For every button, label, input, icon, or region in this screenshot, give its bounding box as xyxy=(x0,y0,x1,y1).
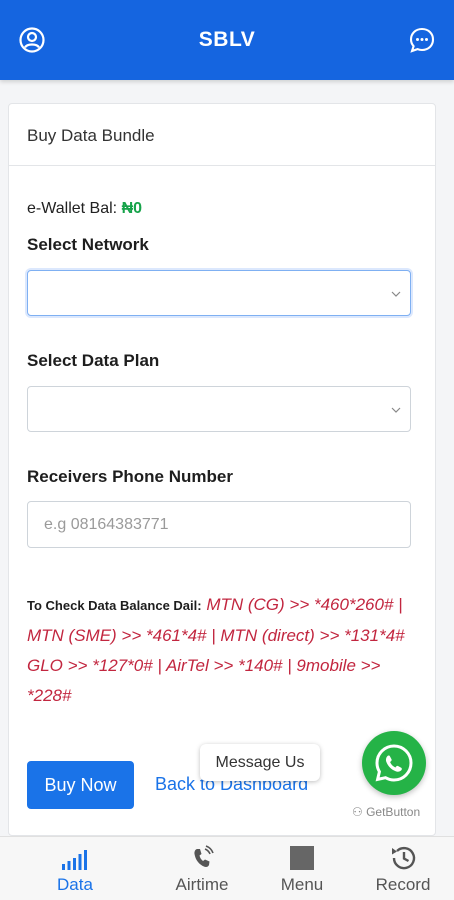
buy-data-card: Buy Data Bundle e-Wallet Bal: ₦0 Select … xyxy=(8,103,436,836)
nav-label-menu: Menu xyxy=(280,875,324,894)
nav-label-record: Record xyxy=(375,875,431,894)
message-us-tooltip[interactable]: Message Us xyxy=(200,744,320,781)
info-codes-2: GLO >> *127*0# | AirTel >> *140# | 9mobi… xyxy=(27,656,381,705)
whatsapp-button[interactable] xyxy=(362,731,426,795)
getbutton-credit: ⚇ GetButton xyxy=(352,805,421,819)
nav-label-data: Data xyxy=(57,875,93,894)
app-title: SBLV xyxy=(198,28,256,51)
balance-check-info: To Check Data Balance Dail: MTN (CG) >> … xyxy=(27,590,419,711)
card-title: Buy Data Bundle xyxy=(27,126,155,145)
phone-ring-icon xyxy=(194,845,214,868)
bottom-nav: Data Airtime Menu Record xyxy=(0,836,454,900)
data-plan-label: Select Data Plan xyxy=(27,351,160,370)
nav-item-menu[interactable]: Menu xyxy=(257,845,347,895)
signal-bars-icon xyxy=(62,850,87,870)
wallet-amount: ₦0 xyxy=(121,200,143,217)
square-icon xyxy=(290,846,314,870)
wallet-balance: e-Wallet Bal: ₦0 xyxy=(27,200,142,218)
phone-label: Receivers Phone Number xyxy=(27,467,233,486)
card-header: Buy Data Bundle xyxy=(9,104,435,166)
chevron-down-icon xyxy=(391,291,401,297)
info-label: To Check Data Balance Dail: xyxy=(27,598,202,613)
buy-now-button[interactable]: Buy Now xyxy=(27,761,134,809)
getbutton-text: GetButton xyxy=(366,805,421,819)
history-icon xyxy=(392,846,416,870)
nav-item-record[interactable]: Record xyxy=(358,845,448,895)
app-header: SBLV xyxy=(0,0,454,80)
chat-icon[interactable] xyxy=(408,26,436,54)
whatsapp-icon xyxy=(375,744,413,782)
network-select[interactable] xyxy=(27,270,411,316)
wallet-label: e-Wallet Bal: xyxy=(27,200,118,217)
chevron-down-icon xyxy=(391,407,401,413)
nav-item-data[interactable]: Data xyxy=(30,845,120,895)
network-label: Select Network xyxy=(27,235,149,254)
nav-item-airtime[interactable]: Airtime xyxy=(157,845,247,895)
phone-input[interactable] xyxy=(27,501,411,548)
data-plan-select[interactable] xyxy=(27,386,411,432)
nav-label-airtime: Airtime xyxy=(175,875,229,894)
